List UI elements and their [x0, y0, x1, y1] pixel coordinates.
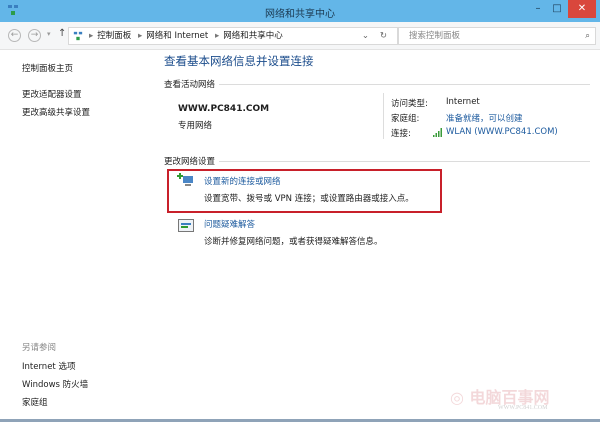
- troubleshoot-desc: 诊断并修复网络问题，或者获得疑难解答信息。: [204, 237, 383, 247]
- section-label: 更改网络设置: [164, 157, 216, 167]
- new-connection-icon: [177, 173, 193, 186]
- section-label: 查看活动网络: [164, 80, 216, 90]
- network-icon: [73, 31, 83, 41]
- homegroup-link[interactable]: 准备就绪，可以创建: [446, 112, 523, 124]
- see-also-homegroup[interactable]: 家庭组: [22, 396, 48, 408]
- network-type: 专用网络: [178, 121, 213, 131]
- back-button[interactable]: ←: [8, 29, 21, 42]
- change-settings-header: 更改网络设置: [164, 155, 590, 167]
- close-button[interactable]: ✕: [568, 0, 596, 18]
- wlan-connection-link[interactable]: WLAN (WWW.PC841.COM): [446, 127, 558, 137]
- see-also-internet-options[interactable]: Internet 选项: [22, 360, 75, 372]
- search-input[interactable]: 搜索控制面板 ⌕: [398, 27, 596, 45]
- maximize-button[interactable]: □: [547, 0, 567, 18]
- address-bar[interactable]: ▸ 控制面板 ▸ 网络和 Internet ▸ 网络和共享中心 ⌄ ↻: [68, 27, 398, 45]
- sidebar-item-sharing[interactable]: 更改高级共享设置: [22, 106, 90, 118]
- see-also-firewall[interactable]: Windows 防火墙: [22, 378, 88, 390]
- divider: [383, 93, 384, 139]
- troubleshoot-link[interactable]: 问题疑难解答: [204, 218, 255, 230]
- access-type-label: 访问类型:: [391, 99, 428, 109]
- network-name: WWW.PC841.COM: [178, 104, 270, 114]
- breadcrumb-control-panel[interactable]: 控制面板: [97, 31, 131, 41]
- watermark-url: WWW.PC841.COM: [498, 405, 548, 411]
- window-title: 网络和共享中心: [265, 9, 335, 20]
- forward-button[interactable]: →: [28, 29, 41, 42]
- connection-label: 连接:: [391, 129, 411, 139]
- breadcrumb-network-sharing[interactable]: 网络和共享中心: [223, 31, 283, 41]
- sidebar-item-adapter[interactable]: 更改适配器设置: [22, 88, 82, 100]
- setup-connection-link[interactable]: 设置新的连接或网络: [204, 175, 281, 187]
- wifi-signal-icon: [433, 128, 442, 137]
- recent-locations-button[interactable]: ▾: [47, 30, 51, 38]
- active-networks-header: 查看活动网络: [164, 78, 590, 90]
- troubleshoot-icon: [178, 219, 194, 232]
- search-icon[interactable]: ⌕: [585, 28, 590, 44]
- homegroup-label: 家庭组:: [391, 114, 420, 124]
- setup-connection-desc: 设置宽带、拨号或 VPN 连接；或设置路由器或接入点。: [204, 194, 414, 204]
- refresh-button[interactable]: ↻: [380, 28, 387, 44]
- page-title: 查看基本网络信息并设置连接: [164, 54, 314, 68]
- minimize-button[interactable]: –: [528, 0, 548, 18]
- search-placeholder: 搜索控制面板: [409, 31, 461, 41]
- navigation-bar: ← → ▾ ↑ ▸ 控制面板 ▸ 网络和 Internet ▸ 网络和共享中心 ⌄ ↻…: [0, 22, 600, 50]
- access-type-value: Internet: [446, 97, 480, 107]
- title-bar: 网络和共享中心 – □ ✕: [0, 0, 600, 22]
- see-also-label: 另请参阅: [22, 343, 57, 353]
- sidebar-home-link[interactable]: 控制面板主页: [22, 62, 73, 74]
- address-dropdown-button[interactable]: ⌄: [362, 28, 369, 44]
- breadcrumb-network-internet[interactable]: 网络和 Internet: [146, 31, 208, 41]
- up-button[interactable]: ↑: [58, 28, 66, 39]
